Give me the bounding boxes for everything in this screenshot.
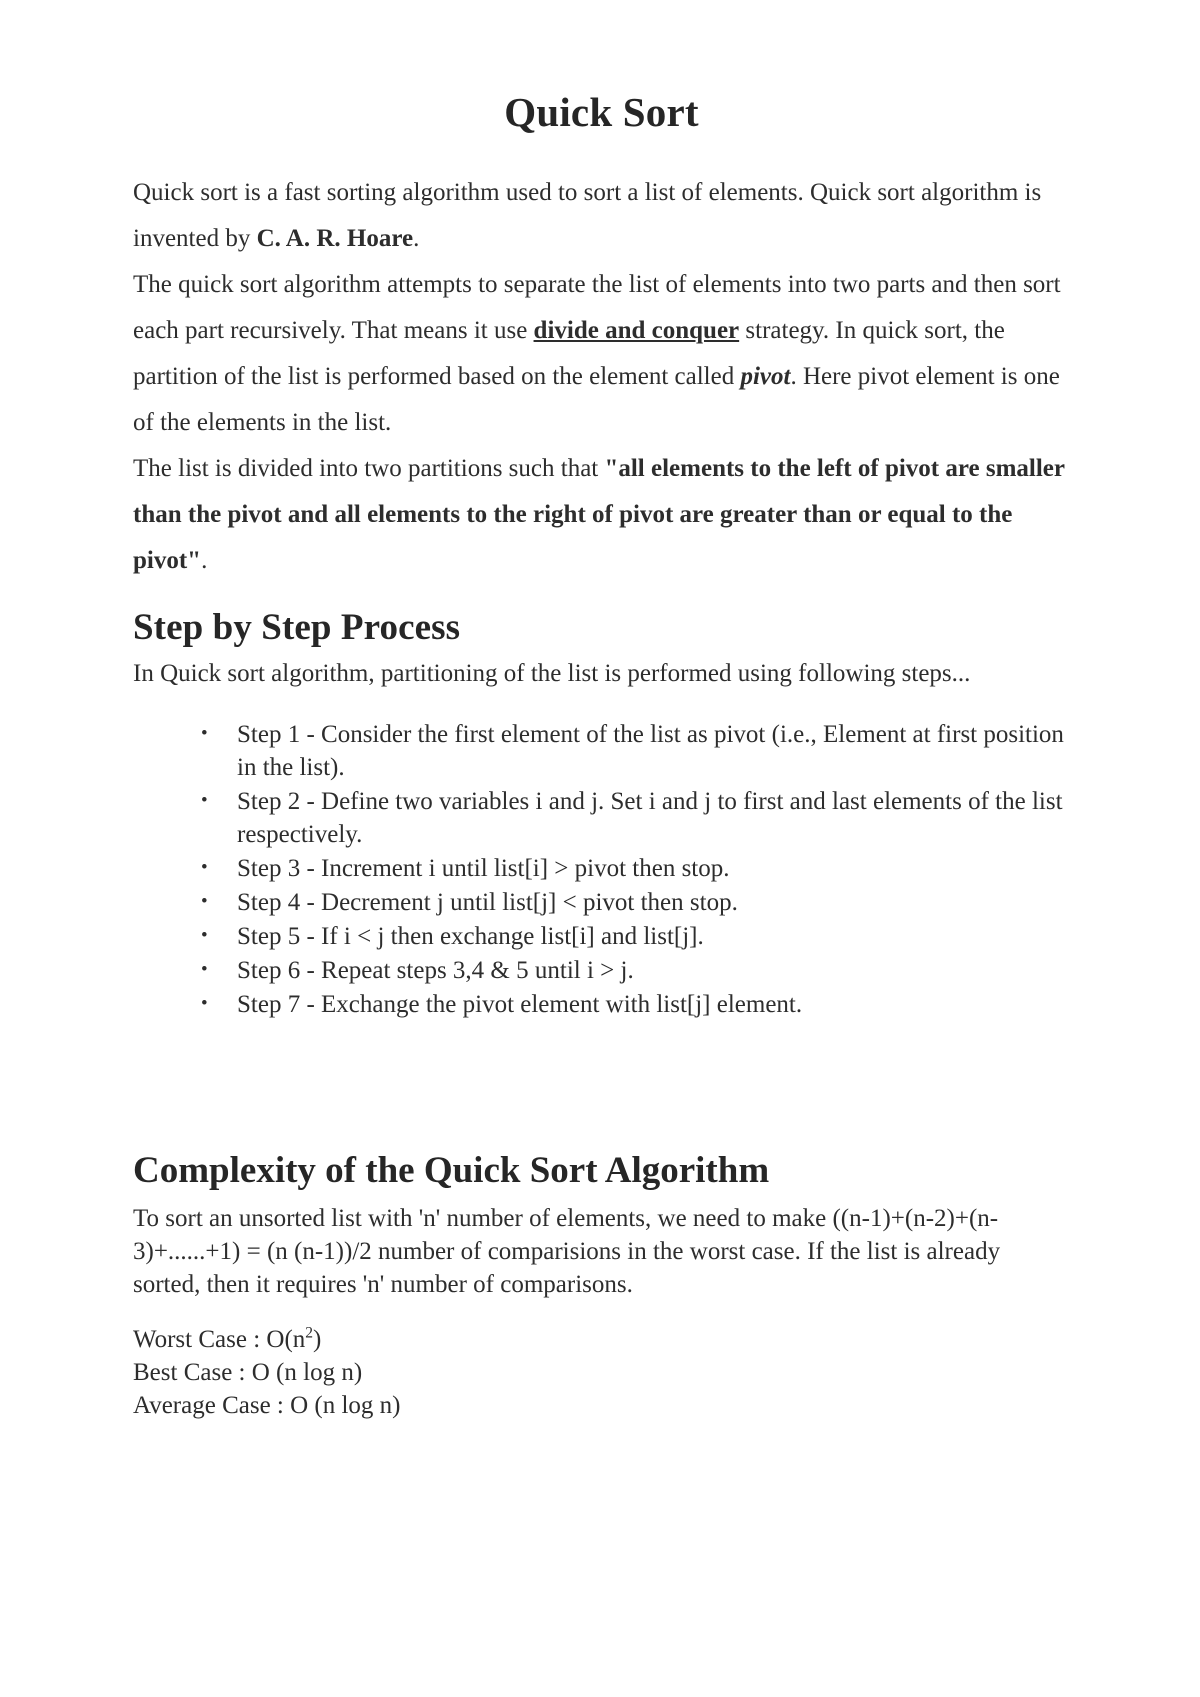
step-by-step-heading: Step by Step Process [133,607,461,648]
intro-para3-seg1: The list is divided into two partitions … [133,455,605,482]
intro-para1-end: . [413,225,420,252]
best-case-line: Best Case : O (n log n) [133,1359,363,1386]
list-item: Step 7 - Exchange the pivot element with… [201,987,1070,1021]
average-case-line: Average Case : O (n log n) [133,1392,401,1419]
complexity-paragraph: To sort an unsorted list with 'n' number… [133,1205,1001,1298]
divide-and-conquer-term: divide and conquer [533,317,740,344]
list-item: Step 5 - If i < j then exchange list[i] … [201,919,1070,953]
pivot-term: pivot [740,363,791,390]
list-item: Step 2 - Define two variables i and j. S… [201,784,1070,851]
steps-list: Step 1 - Consider the first element of t… [133,717,1070,1021]
list-item: Step 3 - Increment i until list[i] > piv… [201,851,1070,885]
list-item: Step 1 - Consider the first element of t… [201,717,1070,784]
worst-case-suffix: ) [313,1326,322,1353]
worst-case-exponent: 2 [305,1324,314,1342]
list-item: Step 4 - Decrement j until list[j] < piv… [201,885,1070,919]
document-page: Quick Sort Quick sort is a fast sorting … [0,0,1200,1697]
worst-case-label: Worst Case : O(n [133,1326,306,1353]
intro-paragraph-1: Quick sort is a fast sorting algorithm u… [133,170,1070,262]
complexity-section: Complexity of the Quick Sort Algorithm T… [133,1149,1070,1422]
step-section-lead: In Quick sort algorithm, partitioning of… [133,660,971,687]
worst-case-line: Worst Case : O(n2) [133,1323,1070,1356]
complexity-case-list: Worst Case : O(n2) Best Case : O (n log … [133,1323,1070,1422]
list-item: Step 6 - Repeat steps 3,4 & 5 until i > … [201,953,1070,987]
author-name: C. A. R. Hoare [256,225,414,252]
complexity-heading: Complexity of the Quick Sort Algorithm [133,1150,770,1191]
page-title: Quick Sort [504,89,699,135]
intro-paragraph-2: The quick sort algorithm attempts to sep… [133,262,1070,446]
intro-paragraph-3: The list is divided into two partitions … [133,446,1070,584]
intro-para3-seg2: . [201,547,208,574]
